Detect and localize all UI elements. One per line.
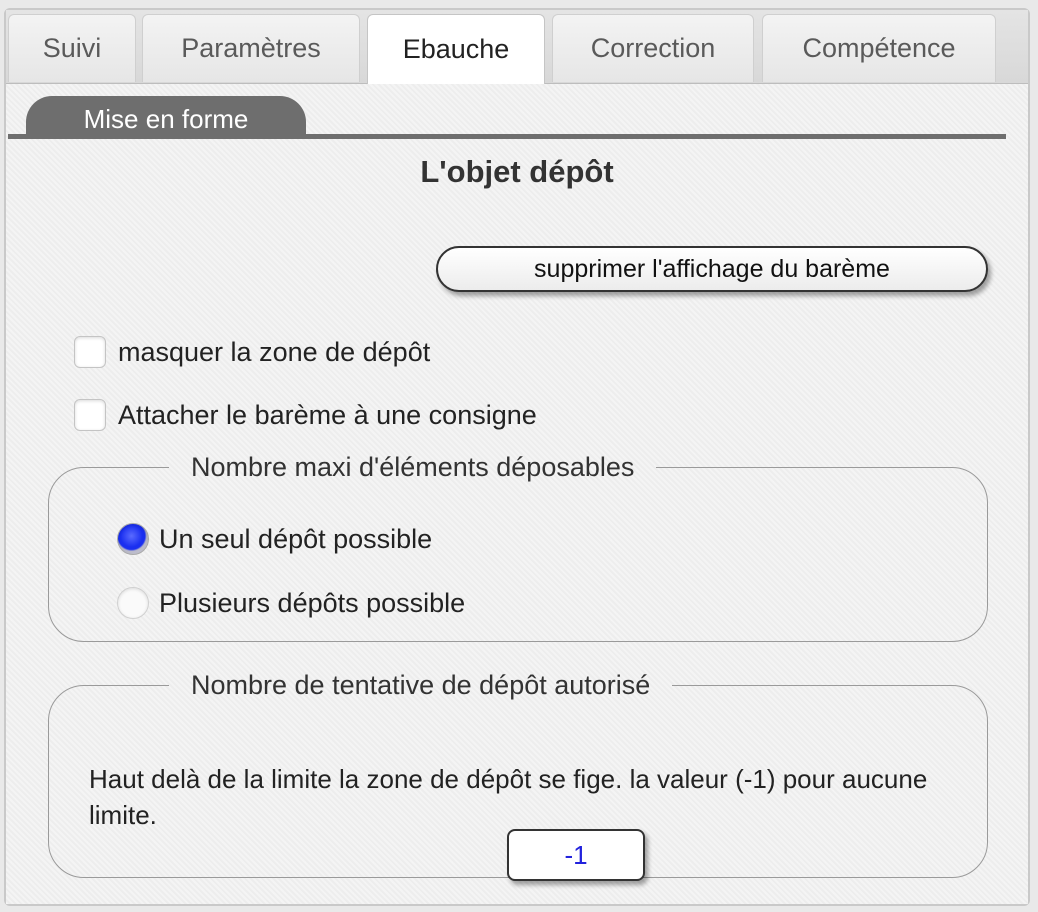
- ebauche-panel: Mise en forme L'objet dépôt supprimer l'…: [6, 84, 1028, 904]
- attach-scale-option[interactable]: Attacher le barème à une consigne: [74, 399, 537, 431]
- single-drop-option[interactable]: Un seul dépôt possible: [117, 523, 432, 555]
- multiple-drops-radio[interactable]: [117, 587, 149, 619]
- subtab-mise-en-forme[interactable]: Mise en forme: [26, 96, 306, 136]
- attempts-fieldset: Nombre de tentative de dépôt autorisé Ha…: [48, 670, 988, 881]
- tab-ebauche[interactable]: Ebauche: [367, 14, 545, 84]
- single-drop-radio[interactable]: [117, 523, 149, 555]
- single-drop-label: Un seul dépôt possible: [159, 523, 433, 554]
- max-items-legend: Nombre maxi d'éléments déposables: [191, 452, 635, 482]
- tab-bar: Suivi Paramètres Ebauche Correction Comp…: [6, 10, 1028, 84]
- hide-drop-zone-option[interactable]: masquer la zone de dépôt: [74, 336, 430, 368]
- multiple-drops-option[interactable]: Plusieurs dépôts possible: [117, 587, 465, 619]
- attach-scale-checkbox[interactable]: [74, 399, 106, 431]
- attempts-legend: Nombre de tentative de dépôt autorisé: [191, 670, 651, 700]
- multiple-drops-label: Plusieurs dépôts possible: [159, 587, 466, 618]
- remove-scale-display-button[interactable]: supprimer l'affichage du barème: [436, 246, 988, 292]
- hide-drop-zone-label: masquer la zone de dépôt: [118, 336, 431, 367]
- attempts-description: Haut delà de la limite la zone de dépôt …: [89, 764, 928, 830]
- attach-scale-label: Attacher le barème à une consigne: [118, 399, 537, 430]
- tab-correction[interactable]: Correction: [552, 14, 754, 82]
- tab-suivi[interactable]: Suivi: [8, 14, 136, 82]
- hide-drop-zone-checkbox[interactable]: [74, 336, 106, 368]
- tab-parametres[interactable]: Paramètres: [142, 14, 360, 82]
- panel-heading: L'objet dépôt: [420, 154, 614, 189]
- max-items-fieldset: Nombre maxi d'éléments déposables Un seu…: [48, 452, 988, 642]
- app-frame: Suivi Paramètres Ebauche Correction Comp…: [4, 8, 1030, 906]
- tab-competence[interactable]: Compétence: [762, 14, 996, 82]
- attempts-limit-input[interactable]: [507, 829, 645, 881]
- subtab-divider: [8, 134, 1006, 139]
